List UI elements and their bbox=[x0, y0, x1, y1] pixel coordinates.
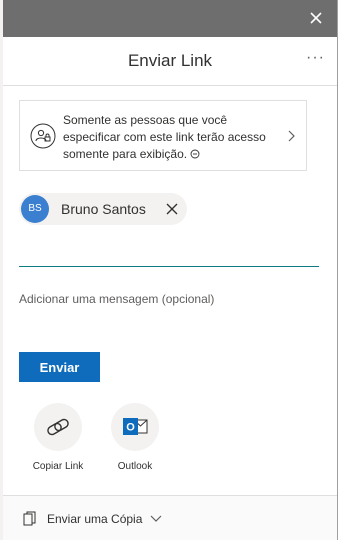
dialog-title: Enviar Link bbox=[127, 51, 213, 70]
send-link-dialog: Enviar Link ··· Somente as pessoas que v… bbox=[3, 0, 338, 540]
outlook-option[interactable]: O Outlook bbox=[100, 403, 170, 472]
outlook-circle: O bbox=[111, 403, 159, 451]
close-icon[interactable] bbox=[307, 9, 325, 27]
recipient-chip[interactable]: BS Bruno Santos bbox=[19, 193, 187, 225]
message-field[interactable]: Adicionar uma mensagem (opcional) bbox=[19, 292, 319, 306]
copy-link-circle bbox=[34, 403, 82, 451]
people-lock-icon bbox=[30, 123, 56, 149]
recipient-input-underline[interactable] bbox=[19, 266, 319, 267]
chevron-right-icon bbox=[288, 130, 295, 142]
avatar: BS bbox=[21, 195, 49, 223]
window-titlebar bbox=[3, 0, 337, 37]
copy-link-option[interactable]: Copiar Link bbox=[23, 403, 93, 472]
copy-icon bbox=[23, 511, 36, 526]
dialog-header: Enviar Link ··· bbox=[3, 37, 337, 86]
chevron-down-icon bbox=[150, 515, 162, 522]
link-icon bbox=[47, 418, 69, 436]
remove-recipient-icon[interactable] bbox=[165, 202, 179, 216]
svg-text:O: O bbox=[126, 422, 135, 434]
permission-text: Somente as pessoas que você especificar … bbox=[63, 113, 266, 161]
send-copy-label: Enviar uma Cópia bbox=[47, 512, 143, 526]
copy-link-label: Copiar Link bbox=[32, 461, 84, 472]
outlook-icon: O bbox=[123, 418, 148, 435]
more-options-icon[interactable]: ··· bbox=[306, 49, 325, 67]
permission-description: Somente as pessoas que você especificar … bbox=[63, 112, 283, 163]
recipient-name: Bruno Santos bbox=[61, 201, 146, 217]
dialog-footer: Enviar uma Cópia bbox=[3, 495, 337, 540]
send-button[interactable]: Enviar bbox=[19, 352, 100, 382]
link-permission-settings[interactable]: Somente as pessoas que você especificar … bbox=[19, 100, 307, 171]
info-icon bbox=[190, 149, 200, 159]
outlook-label: Outlook bbox=[117, 461, 153, 472]
